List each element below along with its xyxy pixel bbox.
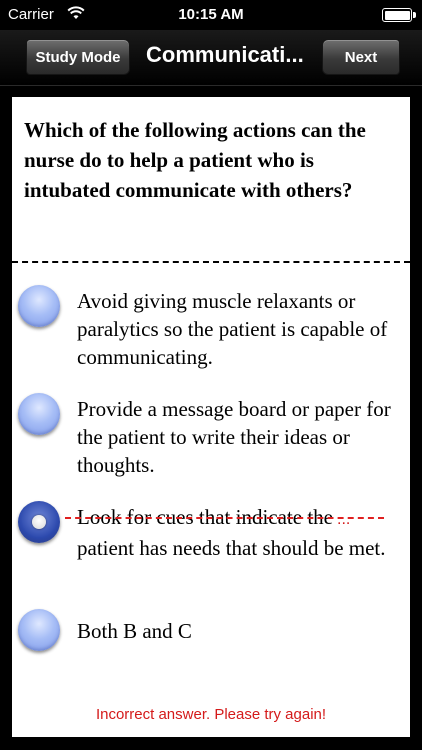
battery-icon xyxy=(382,8,416,22)
radio-button-icon[interactable] xyxy=(18,393,60,435)
truncation-ellipsis: ... xyxy=(337,511,351,528)
option-text: Provide a message board or paper for the… xyxy=(77,397,391,477)
selected-radio-button-icon[interactable] xyxy=(18,501,60,543)
status-bar: Carrier 10:15 AM xyxy=(0,0,422,30)
feedback-message: Incorrect answer. Please try again! xyxy=(95,706,327,723)
option-text-rest: patient has needs that should be met. xyxy=(77,536,386,560)
study-mode-back-button[interactable]: Study Mode xyxy=(26,39,130,75)
dashed-divider xyxy=(12,261,410,263)
option-text: Look for cues that indicate the... patie… xyxy=(65,503,402,562)
next-button[interactable]: Next xyxy=(322,39,400,75)
struck-text: Look for cues that indicate the xyxy=(77,505,333,529)
navigation-bar: Study Mode Communicati... Next xyxy=(0,30,422,86)
radio-button-icon[interactable] xyxy=(18,609,60,651)
page-title: Communicati... xyxy=(146,42,304,67)
option-text: Both B and C xyxy=(77,619,192,643)
option-text: Avoid giving muscle relaxants or paralyt… xyxy=(77,289,388,369)
study-mode-label: Study Mode xyxy=(35,48,121,66)
next-label: Next xyxy=(344,48,378,66)
clock: 10:15 AM xyxy=(178,6,244,23)
radio-button-icon[interactable] xyxy=(18,285,60,327)
struck-option-line: Look for cues that indicate the... xyxy=(65,503,402,534)
question-text: Which of the following actions can the n… xyxy=(24,118,366,202)
question-card: Which of the following actions can the n… xyxy=(12,97,410,737)
